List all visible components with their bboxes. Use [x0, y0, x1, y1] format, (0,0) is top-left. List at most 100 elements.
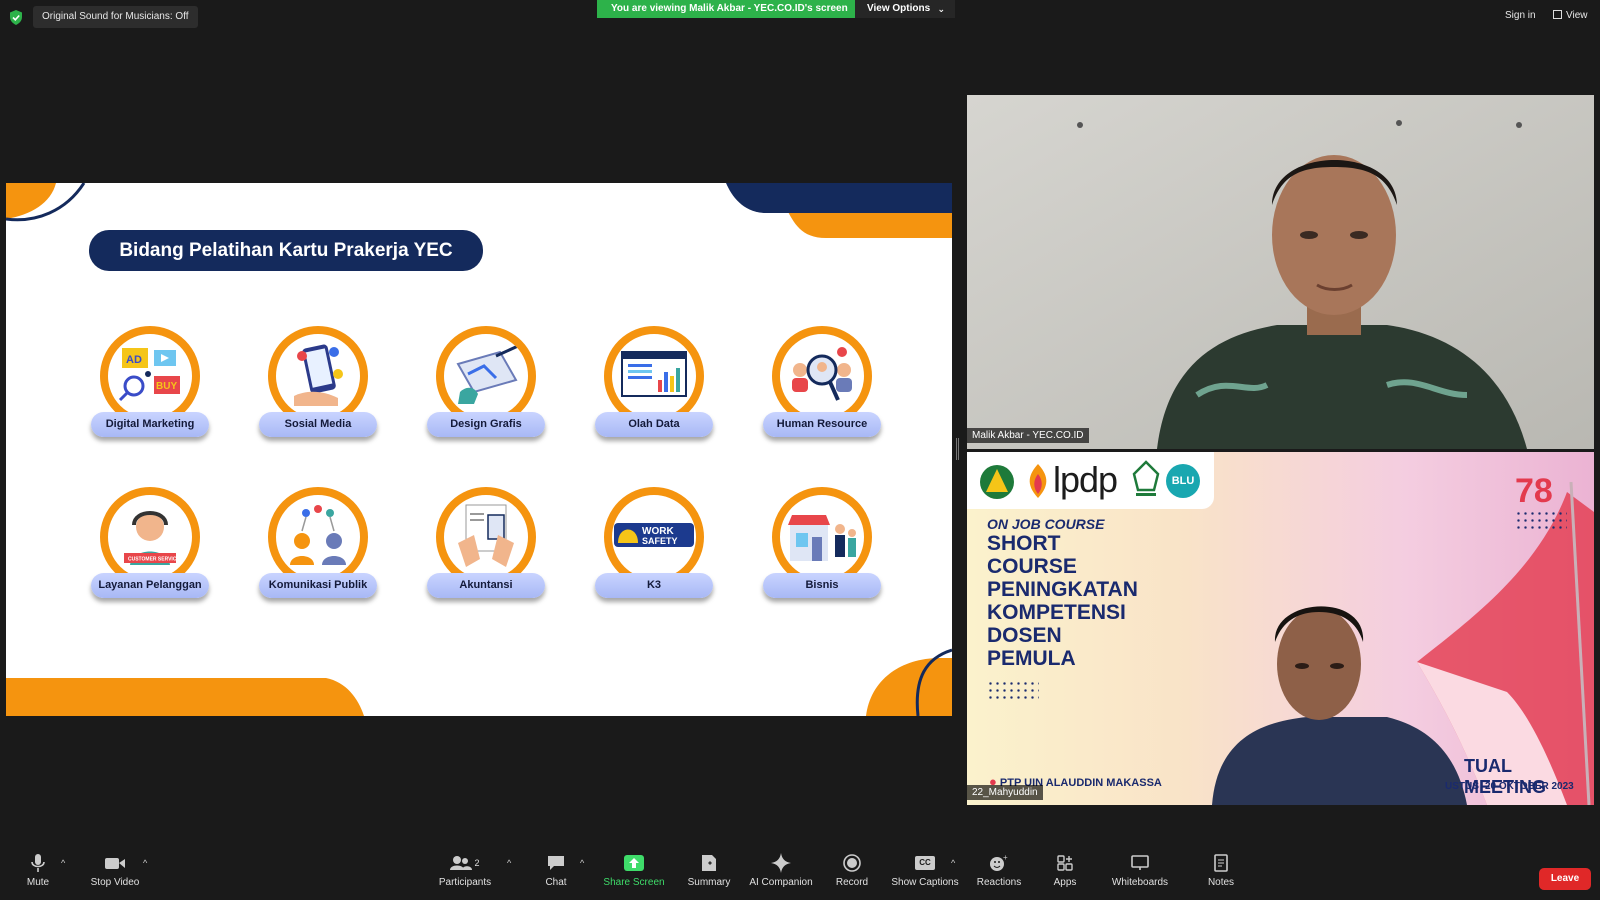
course-label: Layanan Pelanggan — [91, 573, 209, 598]
view-options-button[interactable]: View Options ⌄ — [855, 0, 955, 18]
video-tile-mahyuddin[interactable]: 78 lpdp BLU ON JOB COURSE SHORT COURSE P… — [967, 452, 1594, 805]
svg-text:+: + — [1003, 854, 1008, 862]
shared-screen-slide: Bidang Pelatihan Kartu Prakerja YEC AD B… — [6, 183, 952, 716]
course-label: Akuntansi — [427, 573, 545, 598]
course-label: Sosial Media — [259, 412, 377, 437]
digital-marketing-icon: AD BUY — [100, 326, 200, 426]
video-options-caret-icon[interactable]: ^ — [143, 858, 147, 868]
business-icon — [772, 487, 872, 587]
course-komunikasi-publik: Komunikasi Publik — [259, 487, 377, 609]
viewing-screen-banner: You are viewing Malik Akbar - YEC.CO.ID'… — [597, 0, 862, 18]
course-digital-marketing: AD BUY Digital Marketing — [91, 326, 209, 448]
whiteboard-icon — [1131, 855, 1149, 870]
record-icon — [843, 854, 861, 872]
participant-video-feed — [967, 95, 1594, 449]
apps-grid-icon — [1057, 855, 1073, 871]
customer-service-icon: CUSTOMER SERVICE — [100, 487, 200, 587]
apps-button[interactable]: Apps — [1025, 852, 1105, 888]
communication-icon — [268, 487, 368, 587]
view-button[interactable]: View — [1553, 10, 1588, 21]
summary-document-icon — [702, 855, 716, 871]
decorative-dots — [987, 680, 1039, 702]
top-bar: Original Sound for Musicians: Off You ar… — [0, 0, 1600, 34]
course-k3: WORK SAFETY K3 — [595, 487, 713, 609]
ai-companion-label: AI Companion — [749, 877, 813, 888]
whiteboards-label: Whiteboards — [1111, 877, 1169, 888]
svg-text:SAFETY: SAFETY — [642, 536, 678, 546]
svg-text:78: 78 — [1515, 472, 1553, 510]
leave-button[interactable]: Leave — [1539, 868, 1591, 890]
mute-label: Mute — [26, 877, 50, 888]
view-options-label: View Options — [867, 3, 931, 14]
course-human-resource: Human Resource — [763, 326, 881, 448]
slide-top-right-decoration — [726, 183, 952, 238]
decorative-dots — [1515, 510, 1567, 532]
apps-label: Apps — [1053, 877, 1077, 888]
microphone-icon — [31, 854, 45, 872]
poster-line: KOMPETENSI — [987, 601, 1126, 624]
work-safety-icon: WORK SAFETY — [604, 487, 704, 587]
stop-video-label: Stop Video — [90, 877, 140, 888]
poster-subtitle: ON JOB COURSE — [987, 516, 1105, 532]
slide-title: Bidang Pelatihan Kartu Prakerja YEC — [89, 230, 483, 271]
ai-sparkle-icon — [771, 853, 791, 873]
poster-line: SHORT — [987, 532, 1061, 555]
chat-options-caret-icon[interactable]: ^ — [580, 858, 584, 868]
chevron-down-icon: ⌄ — [937, 4, 945, 14]
course-label: Olah Data — [595, 412, 713, 437]
audio-options-caret-icon[interactable]: ^ — [61, 858, 65, 868]
participants-options-caret-icon[interactable]: ^ — [507, 858, 511, 868]
meeting-toolbar: Mute ^ Stop Video ^ 2 Participants ^ Cha… — [0, 852, 1600, 900]
captions-options-caret-icon[interactable]: ^ — [951, 858, 955, 868]
security-shield-icon[interactable] — [9, 10, 23, 25]
panel-resize-handle[interactable] — [956, 438, 959, 460]
social-media-icon — [268, 326, 368, 426]
kemenag-logo-icon — [980, 465, 1014, 499]
accounting-icon — [436, 487, 536, 587]
whiteboards-button[interactable]: Whiteboards — [1100, 852, 1180, 888]
course-sosial-media: Sosial Media — [259, 326, 377, 448]
lpdp-flame-icon — [1029, 464, 1047, 498]
summary-label: Summary — [687, 877, 731, 888]
participants-icon — [450, 856, 473, 870]
course-label: Human Resource — [763, 412, 881, 437]
poster-dates: USTUS -20 OKTOBER 2023 — [1445, 781, 1574, 792]
ai-companion-button[interactable]: AI Companion — [741, 852, 821, 888]
record-label: Record — [835, 877, 869, 888]
video-tile-malik-akbar[interactable]: Malik Akbar - YEC.CO.ID — [967, 95, 1594, 449]
course-label: Design Grafis — [427, 412, 545, 437]
data-icon — [604, 326, 704, 426]
poster-line: DOSEN — [987, 624, 1062, 647]
course-label: K3 — [595, 573, 713, 598]
poster-line: COURSE — [987, 555, 1077, 578]
hr-icon — [772, 326, 872, 426]
show-captions-label: Show Captions — [891, 877, 959, 888]
mute-button[interactable]: Mute — [0, 852, 78, 888]
summary-button[interactable]: Summary — [669, 852, 749, 888]
participants-label: Participants — [438, 877, 492, 888]
participants-count: 2 — [474, 858, 480, 868]
participants-button[interactable]: 2 Participants — [425, 852, 505, 888]
share-screen-label: Share Screen — [603, 877, 665, 888]
participant-name-tag: 22_Mahyuddin — [967, 785, 1043, 800]
lpdp-logo-text: lpdp — [1053, 459, 1118, 500]
sponsor-logo-bar: lpdp BLU — [967, 452, 1214, 509]
participant-name-tag: Malik Akbar - YEC.CO.ID — [967, 428, 1089, 443]
share-screen-button[interactable]: Share Screen — [594, 852, 674, 888]
svg-text:CUSTOMER SERVICE: CUSTOMER SERVICE — [128, 557, 180, 563]
original-sound-status[interactable]: Original Sound for Musicians: Off — [33, 6, 198, 28]
course-label: Digital Marketing — [91, 412, 209, 437]
zoom-meeting-window: Original Sound for Musicians: Off You ar… — [0, 0, 1600, 900]
course-layanan-pelanggan: CUSTOMER SERVICE Layanan Pelanggan — [91, 487, 209, 609]
uin-alauddin-logo-icon — [1132, 460, 1160, 496]
record-button[interactable]: Record — [812, 852, 892, 888]
course-olah-data: Olah Data — [595, 326, 713, 448]
chat-bubble-icon — [548, 856, 564, 870]
svg-text:AD: AD — [126, 354, 142, 366]
notes-button[interactable]: Notes — [1181, 852, 1261, 888]
notes-icon — [1214, 854, 1228, 872]
course-label: Bisnis — [763, 573, 881, 598]
sign-in-link[interactable]: Sign in — [1505, 10, 1536, 21]
course-label: Komunikasi Publik — [259, 573, 377, 598]
reactions-smiley-icon: + — [990, 854, 1008, 871]
